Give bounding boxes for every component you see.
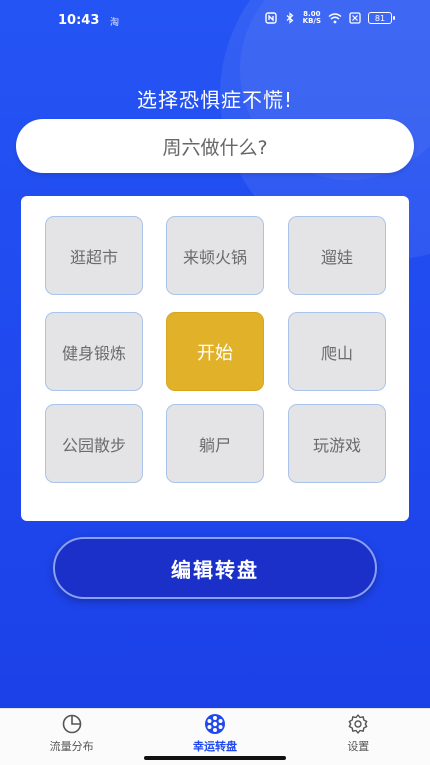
bluetooth-icon bbox=[286, 12, 294, 24]
nav-item-settings[interactable]: 设置 bbox=[287, 709, 430, 765]
lucky-wheel-panel: 逛超市 来顿火锅 遛娃 健身锻炼 开始 爬山 公园散步 躺尸 玩游戏 bbox=[21, 196, 409, 521]
wheel-option: 躺尸 bbox=[166, 404, 264, 483]
edit-wheel-button[interactable]: 编辑转盘 bbox=[53, 537, 377, 599]
network-speed-unit: KB/S bbox=[302, 17, 321, 25]
status-bar: 10:43 淘 8.00 KB/S 81 bbox=[0, 0, 430, 40]
nav-label: 流量分布 bbox=[49, 740, 94, 753]
page-headline: 选择恐惧症不慌! bbox=[136, 88, 294, 112]
wheel-option: 健身锻炼 bbox=[45, 312, 143, 391]
network-speed: 8.00 KB/S bbox=[303, 11, 321, 25]
app-screen: 10:43 淘 8.00 KB/S 81 选择恐惧症不慌! 周六做什么? 逛超市… bbox=[0, 0, 430, 765]
wheel-option: 遛娃 bbox=[288, 216, 386, 295]
gear-icon bbox=[348, 714, 368, 734]
wheel-option: 逛超市 bbox=[45, 216, 143, 295]
nav-label: 幸运转盘 bbox=[192, 740, 237, 753]
start-button[interactable]: 开始 bbox=[166, 312, 264, 391]
battery-indicator: 81 bbox=[368, 12, 395, 24]
wheel-option: 来顿火锅 bbox=[166, 216, 264, 295]
status-icons: 8.00 KB/S 81 bbox=[264, 11, 395, 25]
home-indicator bbox=[144, 756, 286, 760]
nfc-icon bbox=[264, 12, 277, 24]
pie-chart-icon bbox=[62, 714, 81, 734]
status-time: 10:43 bbox=[58, 13, 100, 28]
wheel-option: 爬山 bbox=[288, 312, 386, 391]
nav-label: 设置 bbox=[347, 740, 370, 753]
nav-item-traffic[interactable]: 流量分布 bbox=[0, 709, 143, 765]
question-display[interactable]: 周六做什么? bbox=[16, 119, 414, 173]
wheel-icon bbox=[204, 714, 225, 734]
wheel-option: 公园散步 bbox=[45, 404, 143, 483]
wifi-icon bbox=[328, 13, 342, 24]
sim-icon bbox=[349, 12, 361, 24]
status-notification-label: 淘 bbox=[110, 18, 120, 28]
wheel-option: 玩游戏 bbox=[288, 404, 386, 483]
